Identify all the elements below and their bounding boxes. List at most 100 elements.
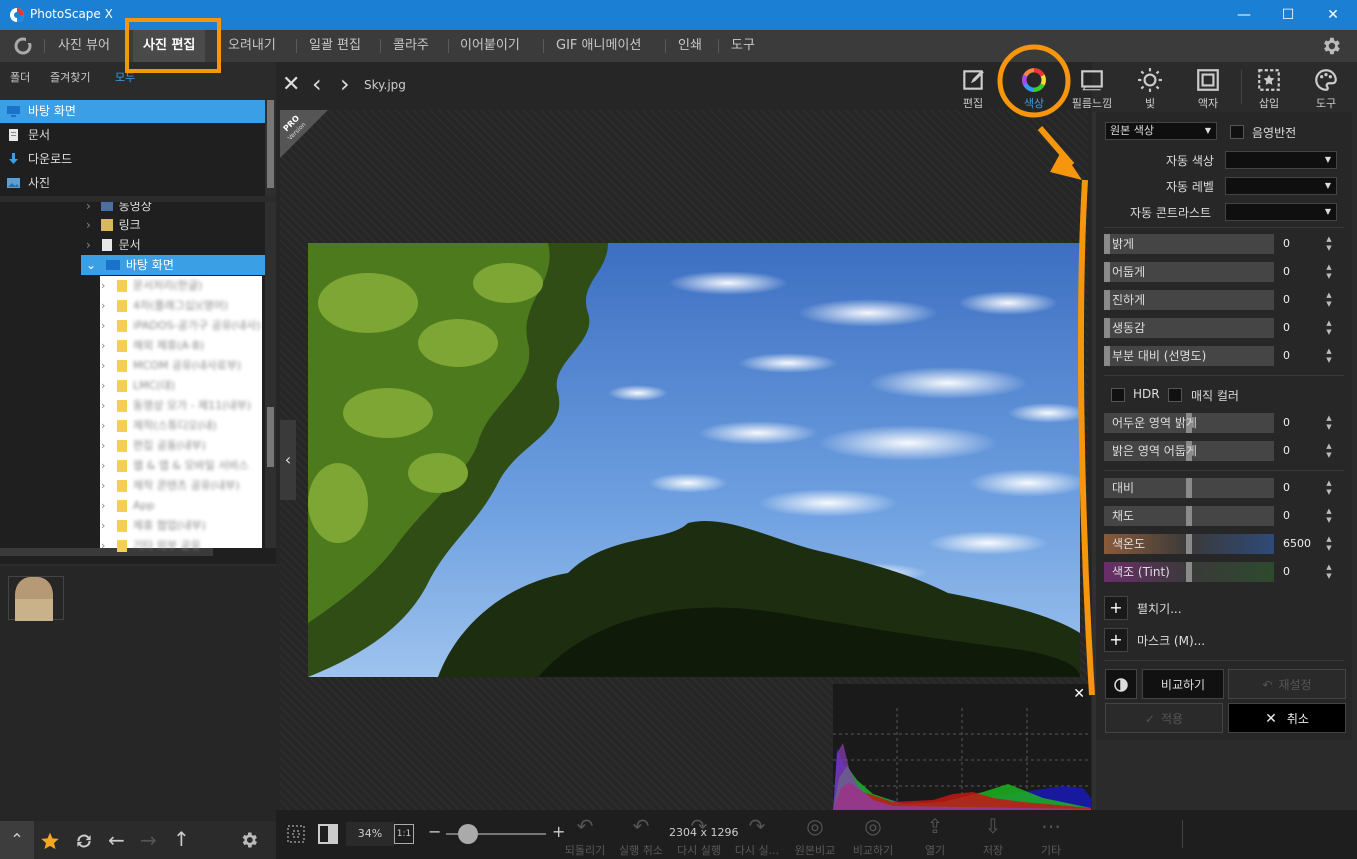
preset-dropdown[interactable]: 원본 색상 ▼ [1105, 122, 1217, 140]
slider-value[interactable]: 0 [1283, 290, 1323, 310]
slider-sliders_top-0[interactable]: 밝게 [1104, 234, 1274, 254]
expand-arrow-icon[interactable]: › [101, 519, 105, 532]
subfolder-item[interactable]: 제작(스튜디오(내) [133, 416, 261, 436]
subfolder-item[interactable]: iPADOS-공가구 공유(내사) [133, 316, 261, 336]
subfolder-item[interactable]: 웹 & 앱 & 모바일 서비스 [133, 456, 261, 476]
home-icon[interactable] [12, 36, 34, 56]
collapse-left-panel-button[interactable]: ‹ [280, 420, 296, 500]
spinner-arrows-icon[interactable]: ▲ ▼ [1324, 291, 1334, 311]
tool-color-wheel[interactable]: 색상 [1004, 64, 1064, 112]
spinner-arrows-icon[interactable]: ▲ ▼ [1324, 563, 1334, 583]
tab-folders[interactable]: 폴더 [10, 69, 30, 85]
slider-knob[interactable] [1104, 234, 1110, 254]
slider-sliders_top-1[interactable]: 어둡게 [1104, 262, 1274, 282]
slider-knob[interactable] [1186, 562, 1192, 582]
menu-batch[interactable]: 일괄 편집 [309, 30, 361, 62]
up-arrow-icon[interactable]: ↑ [173, 827, 190, 851]
slider-knob[interactable] [1186, 506, 1192, 526]
slider-knob[interactable] [1186, 534, 1192, 554]
thumbnail[interactable] [8, 576, 64, 621]
auto-color-dropdown[interactable]: ▼ [1225, 151, 1337, 169]
subfolder-item[interactable]: 편집 공동(내부) [133, 436, 261, 456]
slider-sliders_top-2[interactable]: 진하게 [1104, 290, 1274, 310]
invert-checkbox[interactable] [1230, 125, 1244, 139]
zoom-slider[interactable] [446, 824, 546, 844]
slider-knob[interactable] [1104, 318, 1110, 338]
spinner-arrows-icon[interactable]: ▲ ▼ [1324, 235, 1334, 255]
action-compare[interactable]: ◎ 비교하기 [848, 814, 898, 857]
subfolder-item[interactable]: 문서처리(한글) [133, 276, 261, 296]
menu-combine[interactable]: 이어붙이기 [460, 30, 520, 62]
spinner-arrows-icon[interactable]: ▲ ▼ [1324, 479, 1334, 499]
expand-arrow-icon[interactable]: › [101, 499, 105, 512]
settings-gear-icon[interactable] [1320, 35, 1342, 57]
tree-item-links[interactable]: › 링크 [86, 215, 141, 235]
star-icon[interactable] [40, 831, 60, 851]
expand-arrow-icon[interactable]: › [101, 379, 105, 392]
fav-item-desktop[interactable]: 바탕 화면 [0, 100, 265, 123]
slider-knob[interactable] [1104, 262, 1110, 282]
zoom-out-icon[interactable]: − [428, 822, 441, 841]
slider-value[interactable]: 0 [1283, 562, 1323, 582]
hdr-checkbox[interactable] [1111, 388, 1125, 402]
tree-v-scrollbar[interactable] [265, 202, 276, 548]
favorites-scrollbar[interactable] [265, 100, 276, 196]
tool-insert[interactable]: 삽입 [1239, 64, 1299, 112]
previous-image-icon[interactable]: ‹ [312, 70, 322, 98]
expand-plus-icon[interactable]: + [1104, 596, 1128, 620]
action-open[interactable]: ⇪ 열기 [910, 814, 960, 857]
tool-light[interactable]: 빛 [1120, 64, 1180, 112]
action-redo-step[interactable]: ↷ 다시 실... [732, 814, 782, 857]
slider-knob[interactable] [1186, 478, 1192, 498]
expand-arrow-icon[interactable]: › [101, 359, 105, 372]
reset-button[interactable]: ↶ 재설정 [1228, 669, 1346, 699]
auto-level-dropdown[interactable]: ▼ [1225, 177, 1337, 195]
auto-contrast-dropdown[interactable]: ▼ [1225, 203, 1337, 221]
expand-arrow-icon[interactable]: › [101, 439, 105, 452]
spinner-arrows-icon[interactable]: ▲ ▼ [1324, 414, 1334, 434]
slider-value[interactable]: 0 [1283, 318, 1323, 338]
spinner-arrows-icon[interactable]: ▲ ▼ [1324, 442, 1334, 462]
action-save[interactable]: ⇩ 저장 [968, 814, 1018, 857]
maximize-button[interactable]: ☐ [1265, 0, 1311, 30]
tree-item-documents[interactable]: › 문서 [86, 235, 141, 255]
collapse-up-icon[interactable]: ⌃ [0, 821, 34, 859]
slider-knob[interactable] [1104, 290, 1110, 310]
menu-photo-viewer[interactable]: 사진 뷰어 [58, 30, 110, 62]
spinner-arrows-icon[interactable]: ▲ ▼ [1324, 263, 1334, 283]
menu-photo-editor[interactable]: 사진 편집 [133, 30, 206, 62]
fav-item-pictures[interactable]: 사진 [0, 172, 265, 195]
slider-value[interactable]: 0 [1283, 478, 1323, 498]
slider-sliders_bottom-0[interactable]: 대비 [1104, 478, 1274, 498]
action-redo[interactable]: ↷ 다시 실행 [674, 814, 724, 857]
expand-arrow-icon[interactable]: › [101, 539, 105, 552]
menu-gif[interactable]: GIF 애니메이션 [556, 30, 641, 62]
expand-arrow-icon[interactable]: › [101, 319, 105, 332]
split-view-icon[interactable] [318, 824, 338, 844]
slider-sliders_bottom-3[interactable]: 색조 (Tint) [1104, 562, 1274, 582]
tree-item-videos[interactable]: › 동영상 [86, 202, 152, 216]
tool-film[interactable]: 필름느낌 [1062, 64, 1122, 112]
tool-frame[interactable]: 액자 [1178, 64, 1238, 112]
slider-value[interactable]: 6500 [1283, 534, 1323, 554]
slider-sliders_top-4[interactable]: 부분 대비 (선명도) [1104, 346, 1274, 366]
photo-canvas[interactable] [308, 243, 1080, 677]
expand-arrow-icon[interactable]: › [101, 299, 105, 312]
mask-label[interactable]: 마스크 (M)... [1137, 632, 1205, 649]
action-undo-step[interactable]: ↶ 실행 취소 [616, 814, 666, 857]
menu-cut-out[interactable]: 오려내기 [228, 30, 276, 62]
forward-arrow-icon[interactable]: → [140, 828, 157, 852]
slider-sliders_bottom-1[interactable]: 채도 [1104, 506, 1274, 526]
subfolder-item[interactable]: LMC(대) [133, 376, 261, 396]
slider-value[interactable]: 0 [1283, 413, 1323, 433]
slider-value[interactable]: 0 [1283, 346, 1323, 366]
subfolder-item[interactable]: 4차(플래그십)(영어) [133, 296, 261, 316]
subfolder-item[interactable]: 동영상 모가 - 제11(내부) [133, 396, 261, 416]
mask-plus-icon[interactable]: + [1104, 628, 1128, 652]
subfolder-item[interactable]: MCOM 공유(내사로부) [133, 356, 261, 376]
spinner-arrows-icon[interactable]: ▲ ▼ [1324, 319, 1334, 339]
slider-sliders_mid-0[interactable]: 어두운 영역 밝게 [1104, 413, 1274, 433]
tab-favorites[interactable]: 즐겨찾기 [50, 69, 90, 85]
spinner-arrows-icon[interactable]: ▲ ▼ [1324, 347, 1334, 367]
expand-arrow-icon[interactable]: › [101, 459, 105, 472]
